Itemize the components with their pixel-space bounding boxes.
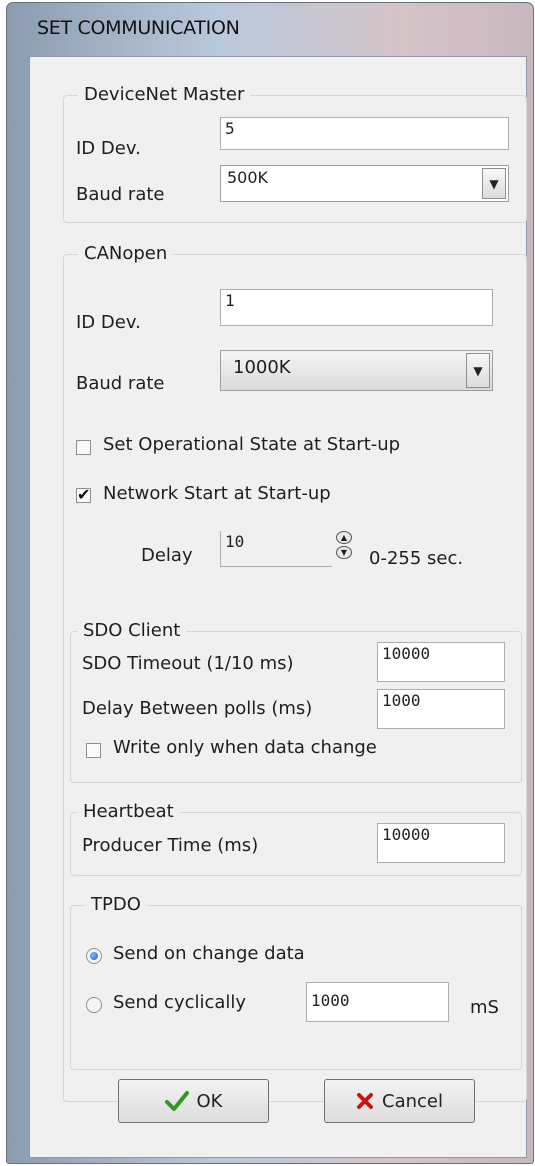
producer-time-input[interactable]: 10000: [377, 823, 505, 863]
close-icon: [357, 1093, 373, 1109]
sdo-timeout-input[interactable]: 10000: [377, 642, 505, 682]
canopen-baud-select[interactable]: 1000K ▼: [220, 350, 493, 391]
heartbeat-group-label: Heartbeat: [77, 801, 180, 822]
spin-up-icon[interactable]: ▲: [336, 531, 352, 544]
delay-input[interactable]: 10: [220, 531, 332, 567]
cancel-button-label: Cancel: [382, 1090, 443, 1112]
devicenet-master-group-label: DeviceNet Master: [78, 84, 251, 105]
devicenet-baud-label: Baud rate: [76, 184, 165, 205]
network-start-checkbox[interactable]: ✔: [76, 485, 91, 504]
ok-button-label: OK: [196, 1090, 223, 1112]
cyclic-unit-label: mS: [470, 997, 499, 1018]
cancel-button[interactable]: Cancel: [324, 1079, 475, 1123]
canopen-baud-value: 1000K: [233, 357, 291, 378]
checkmark-icon: [164, 1091, 189, 1111]
tpdo-group: TPDO: [70, 894, 522, 1070]
delay-spinner[interactable]: ▲ ▼: [336, 531, 354, 561]
send-on-change-label: Send on change data: [113, 943, 305, 964]
tpdo-group-label: TPDO: [85, 894, 147, 915]
network-start-checkmark: ✔: [77, 485, 91, 504]
send-on-change-radio[interactable]: [86, 948, 102, 964]
devicenet-id-label: ID Dev.: [76, 138, 141, 159]
canopen-baud-label: Baud rate: [76, 373, 165, 394]
sdo-timeout-label: SDO Timeout (1/10 ms): [82, 653, 294, 674]
window-title: SET COMMUNICATION: [37, 17, 240, 39]
poll-delay-label: Delay Between polls (ms): [82, 698, 313, 719]
devicenet-baud-value: 500K: [227, 168, 269, 187]
devicenet-baud-select[interactable]: 500K ▼: [220, 165, 509, 202]
canopen-id-label: ID Dev.: [76, 312, 141, 333]
producer-time-label: Producer Time (ms): [82, 835, 259, 856]
cyclic-period-input[interactable]: 1000: [306, 982, 449, 1022]
dialog-client-area: DeviceNet Master ID Dev. 5 Baud rate 500…: [29, 56, 527, 1158]
spin-down-icon[interactable]: ▼: [336, 546, 352, 559]
dialog-window: SET COMMUNICATION DeviceNet Master ID De…: [6, 2, 534, 1164]
write-only-label: Write only when data change: [113, 737, 377, 758]
network-start-label: Network Start at Start-up: [103, 483, 331, 504]
write-only-checkbox[interactable]: [86, 743, 101, 758]
chevron-down-icon[interactable]: ▼: [482, 168, 506, 199]
canopen-id-input[interactable]: 1: [220, 289, 493, 326]
canopen-group-label: CANopen: [78, 243, 174, 264]
chevron-down-icon[interactable]: ▼: [466, 353, 490, 388]
poll-delay-input[interactable]: 1000: [377, 689, 505, 729]
delay-label: Delay: [141, 545, 193, 566]
send-cyclically-label: Send cyclically: [113, 992, 247, 1013]
set-operational-checkbox[interactable]: [76, 440, 91, 455]
delay-range-label: 0-255 sec.: [369, 548, 464, 569]
ok-button[interactable]: OK: [118, 1079, 269, 1123]
set-operational-label: Set Operational State at Start-up: [103, 434, 401, 455]
devicenet-id-input[interactable]: 5: [220, 117, 509, 150]
send-cyclically-radio[interactable]: [86, 997, 102, 1013]
sdo-client-group-label: SDO Client: [77, 620, 187, 641]
